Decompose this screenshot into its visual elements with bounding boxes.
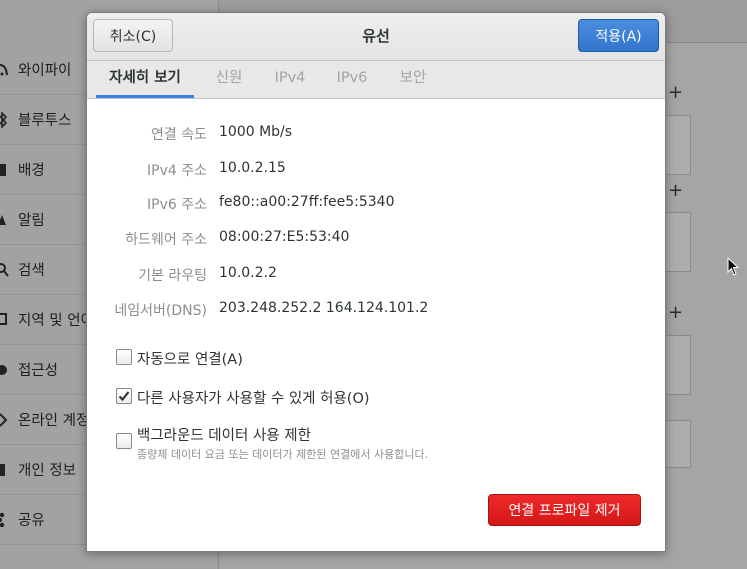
add-network-plus[interactable]: + <box>668 304 683 322</box>
share-icon <box>0 512 5 528</box>
bluetooth-icon <box>0 112 8 128</box>
region-icon <box>0 313 7 325</box>
checkmark-icon <box>118 391 130 402</box>
restrict-background-label[interactable]: 백그라운드 데이터 사용 제한 <box>137 424 311 445</box>
detail-row-default-route: 기본 라우팅 10.0.2.2 <box>87 265 665 287</box>
detail-value: 10.0.2.15 <box>219 160 286 176</box>
detail-label: 기본 라우팅 <box>138 268 207 284</box>
accessibility-icon <box>0 365 7 375</box>
remove-connection-profile-button[interactable]: 연결 프로파일 제거 <box>488 494 641 526</box>
sidebar-item-label: 검색 <box>18 263 45 279</box>
detail-value: 10.0.2.2 <box>219 265 277 281</box>
restrict-background-description: 종량제 데이터 요금 또는 데이터가 제한된 연결에서 사용합니다. <box>137 448 429 461</box>
auto-connect-checkbox[interactable] <box>116 349 132 365</box>
detail-label: IPv4 주소 <box>147 163 207 179</box>
sidebar-item-label: 알림 <box>18 213 45 229</box>
background-icon <box>0 164 6 176</box>
auto-connect-label[interactable]: 자동으로 연결(A) <box>137 348 243 369</box>
sidebar-item-label: 온라인 계정 <box>18 413 90 429</box>
add-network-plus[interactable]: + <box>668 84 683 102</box>
detail-label: 네임서버(DNS) <box>114 303 207 319</box>
sidebar-item-label: 와이파이 <box>18 63 72 79</box>
online-accounts-icon <box>0 413 8 427</box>
detail-value: fe80::a00:27ff:fee5:5340 <box>219 194 395 210</box>
allow-others-label[interactable]: 다른 사용자가 사용할 수 있게 허용(O) <box>137 387 370 408</box>
cancel-button[interactable]: 취소(C) <box>93 19 173 52</box>
dialog-titlebar: 유선 취소(C) 적용(A) <box>87 13 665 61</box>
tab-ipv6[interactable]: IPv6 <box>326 61 378 98</box>
detail-value: 203.248.252.2 164.124.101.2 <box>219 300 429 316</box>
sidebar-item-label: 블루투스 <box>18 113 72 129</box>
sidebar-item-label: 공유 <box>18 513 45 529</box>
sidebar-item-label: 배경 <box>18 163 45 179</box>
detail-row-ipv6: IPv6 주소 fe80::a00:27ff:fee5:5340 <box>87 194 665 216</box>
tab-details[interactable]: 자세히 보기 <box>96 61 194 98</box>
detail-row-link-speed: 연결 속도 1000 Mb/s <box>87 124 665 146</box>
detail-row-ipv4: IPv4 주소 10.0.2.15 <box>87 160 665 182</box>
tab-security[interactable]: 보안 <box>388 61 438 98</box>
add-network-plus[interactable]: + <box>668 182 683 200</box>
tab-identity[interactable]: 신원 <box>204 61 254 98</box>
privacy-icon <box>0 464 5 476</box>
detail-row-hardware-address: 하드웨어 주소 08:00:27:E5:53:40 <box>87 229 665 251</box>
dialog-tabs: 자세히 보기 신원 IPv4 IPv6 보안 <box>87 61 665 99</box>
network-panel <box>662 420 691 468</box>
sidebar-item-label: 접근성 <box>18 363 59 379</box>
wired-settings-dialog: 유선 취소(C) 적용(A) 자세히 보기 신원 IPv4 IPv6 보안 연결… <box>86 12 666 552</box>
allow-others-checkbox[interactable] <box>116 388 132 404</box>
apply-button[interactable]: 적용(A) <box>578 19 659 52</box>
network-panel <box>662 115 691 175</box>
network-panel <box>662 335 691 395</box>
detail-value: 08:00:27:E5:53:40 <box>219 229 350 245</box>
notification-icon <box>0 215 6 225</box>
wifi-icon <box>0 64 8 76</box>
sidebar-item-label: 개인 정보 <box>18 463 76 479</box>
detail-value: 1000 Mb/s <box>219 124 293 140</box>
network-panel <box>662 212 691 272</box>
tab-ipv4[interactable]: IPv4 <box>264 61 316 98</box>
detail-label: 연결 속도 <box>151 127 207 143</box>
detail-label: 하드웨어 주소 <box>125 232 207 248</box>
search-icon <box>0 263 9 277</box>
mouse-cursor-icon <box>727 257 739 276</box>
detail-row-dns: 네임서버(DNS) 203.248.252.2 164.124.101.2 <box>87 300 665 322</box>
detail-label: IPv6 주소 <box>147 197 207 213</box>
sidebar-item-label: 지역 및 언어 <box>18 313 94 329</box>
restrict-background-checkbox[interactable] <box>116 433 132 449</box>
